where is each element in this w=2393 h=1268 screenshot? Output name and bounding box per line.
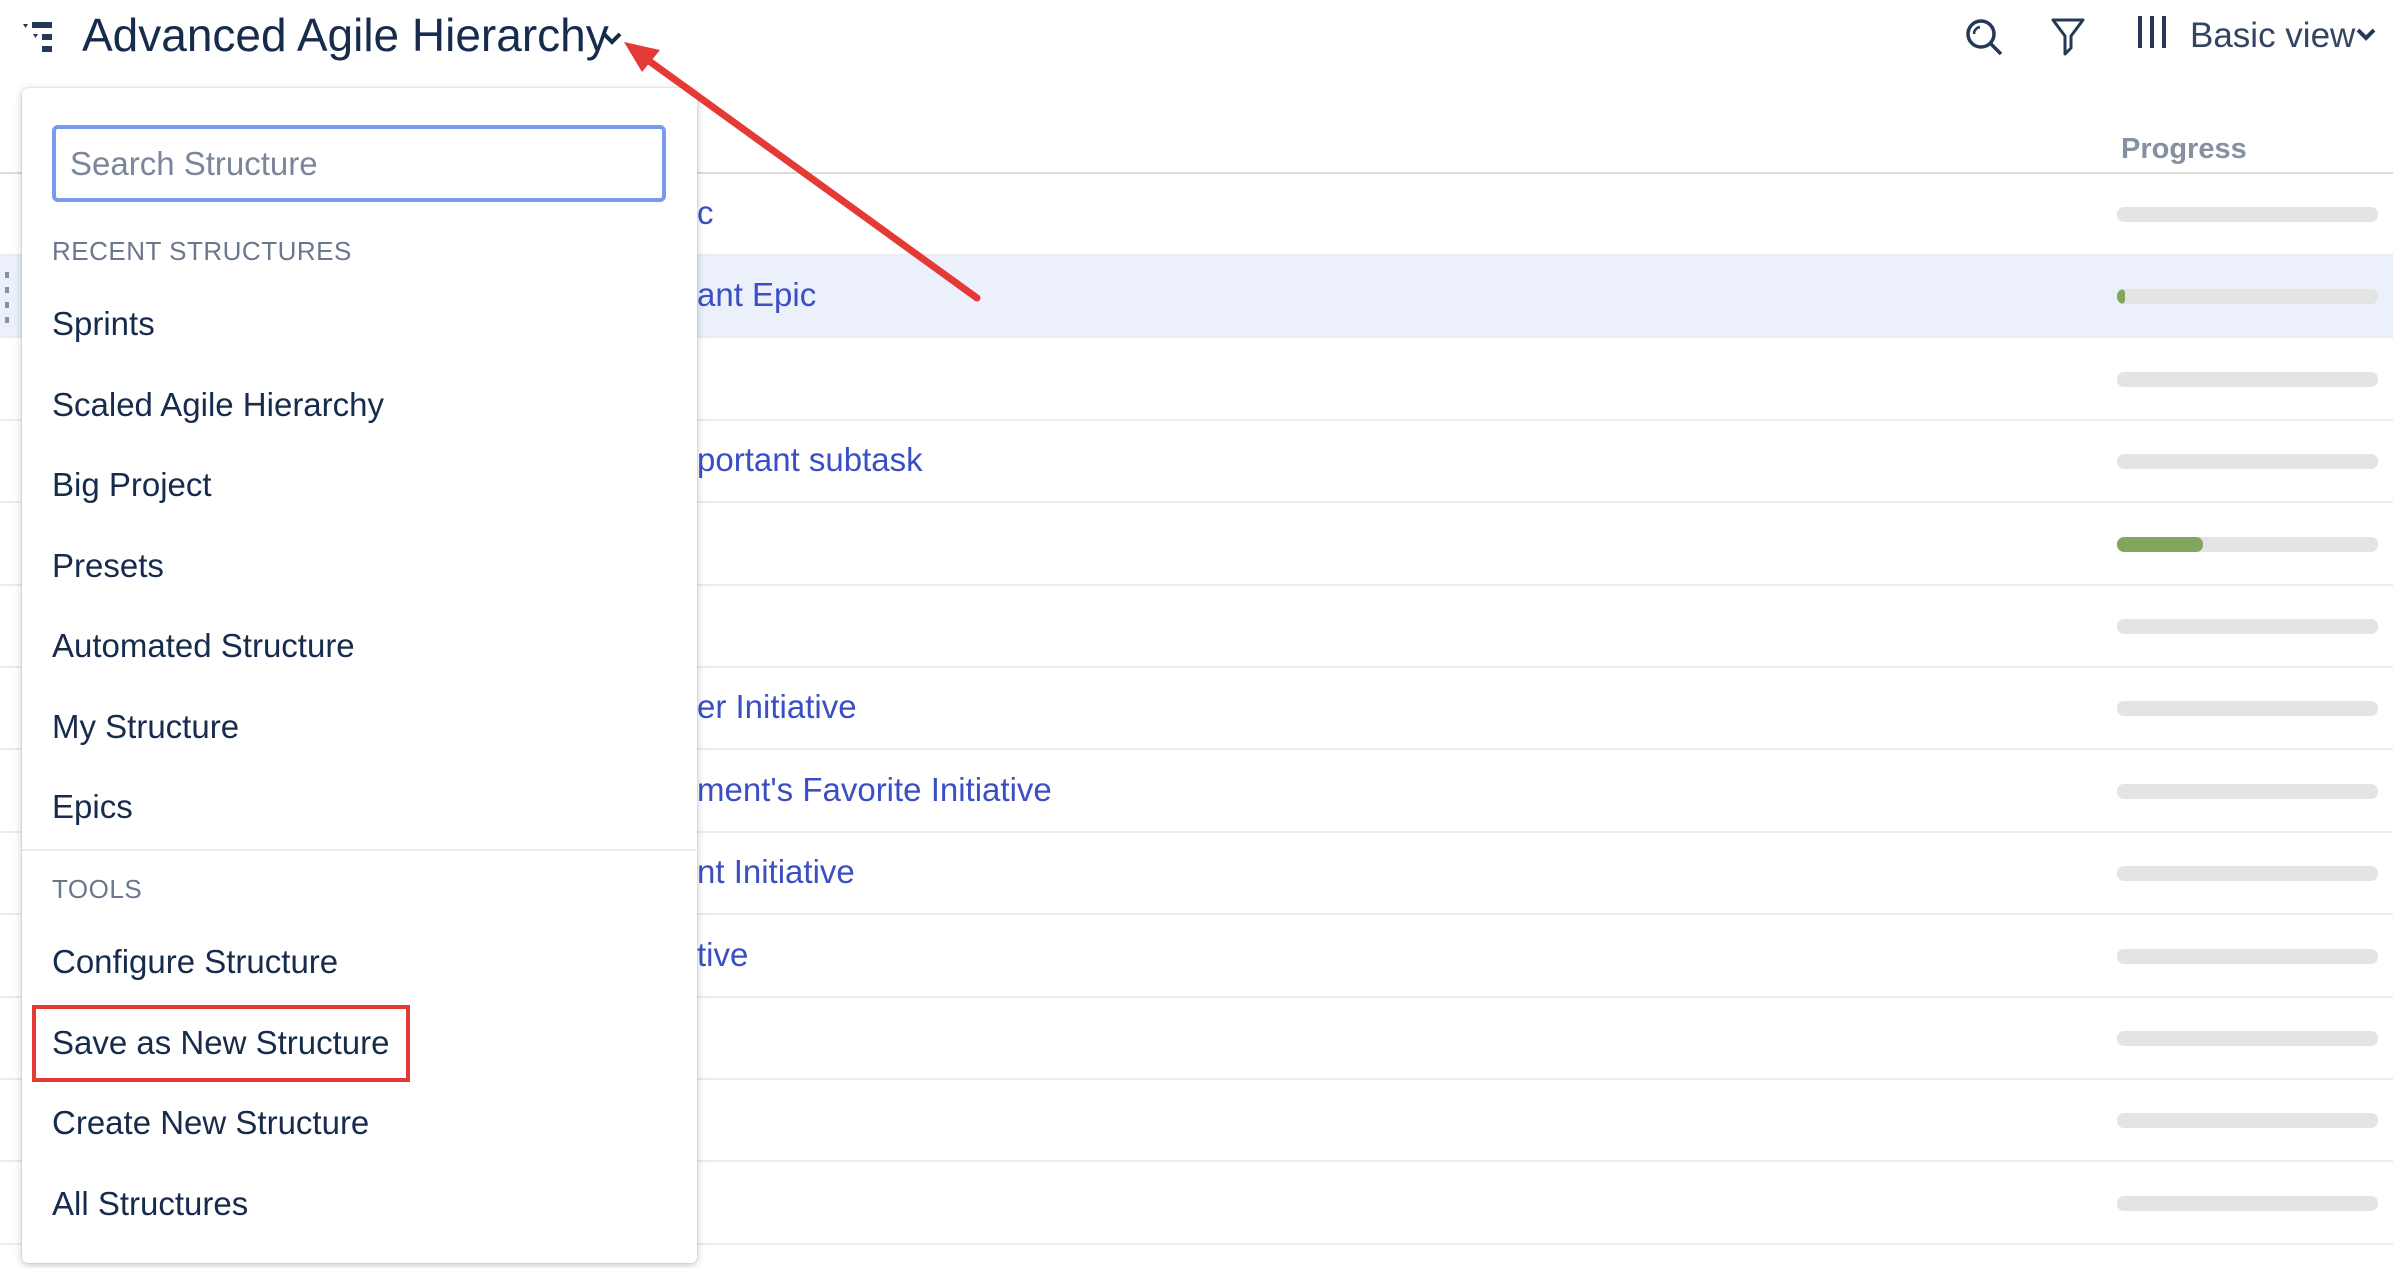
tool-item-configure-structure[interactable]: Configure Structure [52,943,338,981]
filter-icon[interactable] [2050,16,2086,60]
progress-bar [2117,1113,2378,1129]
progress-bar [2117,289,2378,305]
recent-structure-item[interactable]: Automated Structure [52,627,355,665]
tools-header: TOOLS [52,874,143,904]
columns-icon[interactable] [2136,16,2170,56]
recent-structures-header: RECENT STRUCTURES [52,236,352,266]
issue-summary-link[interactable]: ant Epic [697,276,816,314]
progress-bar [2117,783,2378,799]
annotation-highlight-box [32,1005,410,1082]
issue-summary-link[interactable]: er Initiative [697,688,857,726]
issue-summary-link[interactable]: portant subtask [697,441,923,479]
tool-item-all-structures[interactable]: All Structures [52,1185,248,1223]
drag-handle-icon[interactable] [4,272,12,324]
tool-item-create-new-structure[interactable]: Create New Structure [52,1104,369,1142]
recent-structure-item[interactable]: Epics [52,788,133,826]
progress-column-header[interactable]: Progress [2121,133,2247,166]
view-selector[interactable]: Basic view [2190,16,2355,56]
recent-structure-item[interactable]: Presets [52,547,164,585]
recent-structure-item[interactable]: My Structure [52,708,239,746]
issue-summary-link[interactable]: ment's Favorite Initiative [697,771,1052,809]
recent-structure-item[interactable]: Scaled Agile Hierarchy [52,386,384,424]
progress-bar [2117,701,2378,717]
issue-summary-link[interactable]: c [697,194,714,232]
structure-title[interactable]: Advanced Agile Hierarchy [82,8,609,62]
progress-bar-fill [2117,289,2125,305]
structure-dropdown-menu: RECENT STRUCTURES Sprints Scaled Agile Hi… [22,88,697,1263]
progress-bar [2117,371,2378,387]
chevron-down-icon[interactable] [2354,24,2378,46]
progress-bar [2117,866,2378,882]
recent-structure-item[interactable]: Sprints [52,305,155,343]
search-icon[interactable] [1963,16,2007,60]
issue-summary-link[interactable]: nt Initiative [697,853,855,891]
structure-icon [23,22,52,52]
progress-bar-fill [2117,536,2204,552]
progress-bar [2117,1195,2378,1211]
progress-bar [2117,619,2378,634]
progress-bar [2117,207,2378,222]
search-structure-input[interactable] [52,125,666,202]
menu-divider [22,849,697,851]
progress-bar [2117,536,2378,552]
progress-bar [2117,948,2378,964]
issue-summary-link[interactable]: tive [697,936,748,974]
chevron-down-icon[interactable] [600,26,624,50]
recent-structure-item[interactable]: Big Project [52,466,212,504]
progress-bar [2117,454,2378,470]
progress-bar [2117,1031,2378,1046]
